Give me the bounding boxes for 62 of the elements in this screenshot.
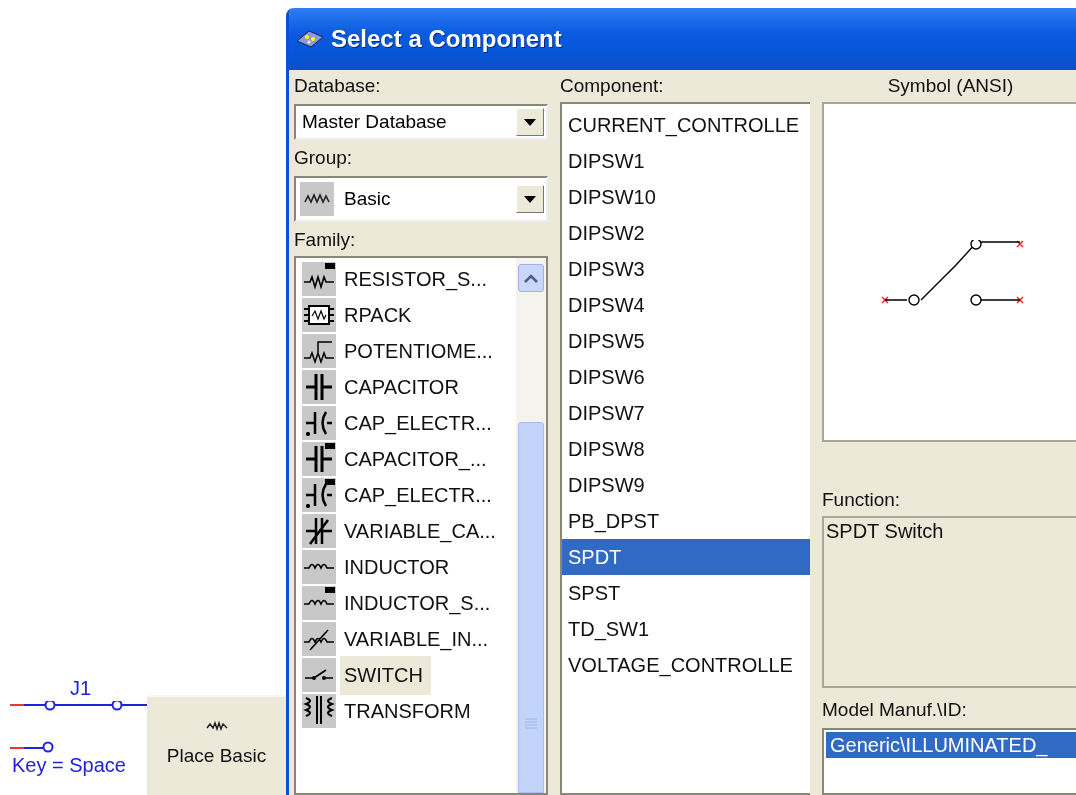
family-item[interactable]: CAPACITOR_... [340,445,491,473]
function-field: SPDT Switch [822,516,1076,688]
component-item[interactable]: DIPSW1 [562,143,810,179]
symbol-label: Symbol (ANSI) [887,74,1014,98]
family-item[interactable]: TRANSFORM [340,697,475,725]
component-symbol-icon [302,550,336,584]
family-label: Family: [294,228,357,252]
family-item[interactable]: SWITCH [340,655,431,695]
component-item[interactable]: DIPSW6 [562,359,810,395]
family-item[interactable]: CAPACITOR [340,373,463,401]
component-item[interactable]: DIPSW2 [562,215,810,251]
component-item[interactable]: DIPSW5 [562,323,810,359]
family-item[interactable]: VARIABLE_CA... [340,517,500,545]
component-item[interactable]: DIPSW7 [562,395,810,431]
component-item[interactable]: DIPSW8 [562,431,810,467]
component-symbol-icon [302,694,336,728]
component-symbol-icon [302,406,336,440]
resistor-icon [304,192,330,206]
family-item[interactable]: VARIABLE_IN... [340,625,493,653]
scroll-thumb[interactable] [518,422,544,793]
database-dropdown[interactable]: Master Database [294,104,548,140]
component-item[interactable]: SPST [562,575,810,611]
function-label: Function: [822,488,902,512]
group-label: Group: [294,146,354,170]
component-item[interactable]: DIPSW10 [562,179,810,215]
component-label: Component: [560,74,665,98]
component-item[interactable]: DIPSW9 [562,467,810,503]
family-item[interactable]: CAP_ELECTR... [340,409,496,437]
component-item[interactable]: CURRENT_CONTROLLE [562,107,810,143]
component-symbol-icon [302,514,336,548]
window-title: Select a Component [331,25,562,53]
database-label: Database: [294,74,382,98]
group-dropdown[interactable]: Basic [294,176,548,222]
component-symbol-icon [302,442,336,476]
family-item[interactable]: RESISTOR_S... [340,265,491,293]
family-item[interactable]: INDUCTOR_S... [340,589,495,617]
family-item[interactable]: RPACK [340,301,416,329]
component-symbol-icon [302,658,336,692]
model-item[interactable]: Generic\ILLUMINATED_ [826,732,1076,758]
component-symbol-icon [302,298,336,332]
model-label: Model Manuf.\ID: [822,698,968,722]
component-item[interactable]: PB_DPST [562,503,810,539]
component-item[interactable]: DIPSW4 [562,287,810,323]
part-label: J1 [69,677,92,699]
place-basic-button[interactable]: Place Basic [147,695,286,795]
resistor-icon [205,721,228,731]
family-item[interactable]: INDUCTOR [340,553,454,581]
family-item[interactable]: CAP_ELECTR... [340,481,496,509]
component-item[interactable]: SPDT [562,539,810,575]
component-item[interactable]: TD_SW1 [562,611,810,647]
component-symbol-icon [302,370,336,404]
scrollbar[interactable] [516,258,546,793]
component-symbol-icon [302,586,336,620]
component-symbol-icon [302,262,336,296]
component-symbol-icon [302,334,336,368]
component-symbol-icon [302,622,336,656]
component-item[interactable]: DIPSW3 [562,251,810,287]
component-item[interactable]: VOLTAGE_CONTROLLE [562,647,810,683]
key-label: Key = Space [12,753,127,777]
scroll-up-icon[interactable] [518,264,544,292]
component-symbol-icon [302,478,336,512]
family-item[interactable]: POTENTIOME... [340,337,497,365]
